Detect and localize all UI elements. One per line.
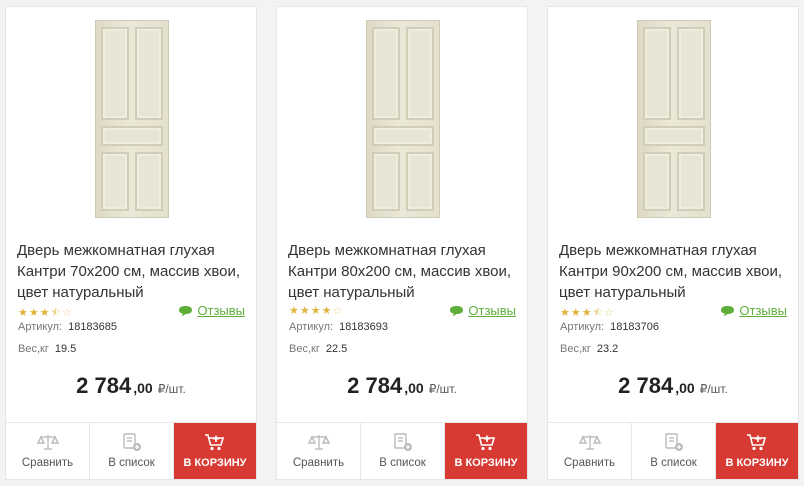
card-actions: Сравнить В список В КОРЗИНУ: [277, 422, 527, 479]
price: 2 784,00 ₽/шт.: [548, 373, 798, 399]
reviews-label: Отзывы: [739, 303, 787, 318]
product-image[interactable]: [277, 19, 527, 219]
compare-label: Сравнить: [292, 457, 345, 469]
scales-icon: [578, 435, 601, 450]
compare-button[interactable]: Сравнить: [548, 423, 632, 479]
door-image: [95, 20, 169, 218]
price-unit: ₽/шт.: [157, 382, 186, 396]
add-to-cart-button[interactable]: В КОРЗИНУ: [445, 423, 527, 479]
compare-button[interactable]: Сравнить: [6, 423, 90, 479]
price: 2 784,00 ₽/шт.: [6, 373, 256, 399]
list-add-icon: [393, 433, 412, 451]
price-integer: 2 784: [618, 373, 674, 398]
weight-row: Вес,кг 22.5: [289, 343, 347, 355]
star-icon: ★: [289, 305, 300, 317]
add-to-cart-button[interactable]: В КОРЗИНУ: [716, 423, 798, 479]
star-icon: ★: [570, 307, 582, 319]
cart-add-icon: [205, 434, 225, 451]
add-to-list-button[interactable]: В список: [632, 423, 716, 479]
sku-value: 18183693: [339, 321, 389, 333]
sku-row: Артикул: 18183693: [289, 321, 388, 333]
door-image: [366, 20, 440, 218]
weight-label: Вес,кг: [560, 343, 591, 355]
product-title[interactable]: Дверь межкомнатная глухая Кантри 70x200 …: [17, 240, 249, 303]
chat-bubble-icon: [450, 305, 464, 316]
star-empty-icon: ☆: [62, 307, 73, 319]
weight-label: Вес,кг: [18, 343, 49, 355]
chat-bubble-icon: [721, 305, 735, 316]
star-icon: ★: [39, 307, 51, 319]
weight-value: 22.5: [325, 343, 348, 355]
weight-row: Вес,кг 23.2: [560, 343, 618, 355]
reviews-link[interactable]: Отзывы: [720, 303, 787, 318]
star-empty-icon: ☆: [604, 307, 615, 319]
sku-value: 18183706: [610, 321, 660, 333]
product-image[interactable]: [6, 19, 256, 219]
list-label: В список: [650, 457, 697, 469]
compare-label: Сравнить: [21, 457, 74, 469]
price-decimal: ,00: [404, 380, 424, 396]
card-actions: Сравнить В список В КОРЗИНУ: [6, 422, 256, 479]
star-icon: ★: [321, 305, 333, 317]
product-card: Дверь межкомнатная глухая Кантри 80x200 …: [276, 6, 528, 480]
price-integer: 2 784: [76, 373, 132, 398]
star-icon: ★: [299, 305, 311, 317]
list-add-icon: [122, 433, 141, 451]
chat-bubble-icon: [179, 305, 193, 316]
weight-value: 23.2: [596, 343, 619, 355]
half-star-icon: ⯪: [50, 307, 63, 319]
price-decimal: ,00: [133, 380, 153, 396]
sku-value: 18183685: [68, 321, 118, 333]
sku-row: Артикул: 18183706: [560, 321, 659, 333]
weight-row: Вес,кг 19.5: [18, 343, 76, 355]
cart-label: В КОРЗИНУ: [725, 457, 789, 469]
compare-label: Сравнить: [563, 457, 616, 469]
list-label: В список: [108, 457, 155, 469]
cart-add-icon: [747, 434, 767, 451]
scales-icon: [307, 435, 330, 450]
cart-label: В КОРЗИНУ: [183, 457, 247, 469]
rating-stars: ★★★★☆: [289, 304, 343, 317]
weight-value: 19.5: [54, 343, 77, 355]
sku-label: Артикул:: [560, 321, 605, 333]
weight-label: Вес,кг: [289, 343, 320, 355]
star-empty-icon: ☆: [332, 305, 344, 317]
card-actions: Сравнить В список В КОРЗИНУ: [548, 422, 798, 479]
product-grid: Дверь межкомнатная глухая Кантри 70x200 …: [0, 0, 804, 486]
star-icon: ★: [581, 307, 593, 319]
compare-button[interactable]: Сравнить: [277, 423, 361, 479]
star-icon: ★: [18, 307, 29, 319]
list-add-icon: [664, 433, 683, 451]
sku-label: Артикул:: [18, 321, 63, 333]
product-title[interactable]: Дверь межкомнатная глухая Кантри 90x200 …: [559, 240, 791, 303]
star-icon: ★: [28, 307, 40, 319]
add-to-list-button[interactable]: В список: [90, 423, 174, 479]
reviews-link[interactable]: Отзывы: [178, 303, 245, 318]
star-icon: ★: [560, 307, 571, 319]
price-unit: ₽/шт.: [428, 382, 457, 396]
add-to-cart-button[interactable]: В КОРЗИНУ: [174, 423, 256, 479]
sku-label: Артикул:: [289, 321, 334, 333]
cart-label: В КОРЗИНУ: [454, 457, 518, 469]
price-integer: 2 784: [347, 373, 403, 398]
add-to-list-button[interactable]: В список: [361, 423, 445, 479]
product-title[interactable]: Дверь межкомнатная глухая Кантри 80x200 …: [288, 240, 520, 303]
scales-icon: [36, 435, 59, 450]
sku-row: Артикул: 18183685: [18, 321, 117, 333]
price-unit: ₽/шт.: [699, 382, 728, 396]
product-card: Дверь межкомнатная глухая Кантри 70x200 …: [5, 6, 257, 480]
star-icon: ★: [310, 305, 322, 317]
reviews-label: Отзывы: [197, 303, 245, 318]
reviews-link[interactable]: Отзывы: [449, 303, 516, 318]
price: 2 784,00 ₽/шт.: [277, 373, 527, 399]
half-star-icon: ⯪: [592, 307, 605, 319]
reviews-label: Отзывы: [468, 303, 516, 318]
list-label: В список: [379, 457, 426, 469]
door-image: [637, 20, 711, 218]
price-decimal: ,00: [675, 380, 695, 396]
product-image[interactable]: [548, 19, 798, 219]
product-card: Дверь межкомнатная глухая Кантри 90x200 …: [547, 6, 799, 480]
cart-add-icon: [476, 434, 496, 451]
